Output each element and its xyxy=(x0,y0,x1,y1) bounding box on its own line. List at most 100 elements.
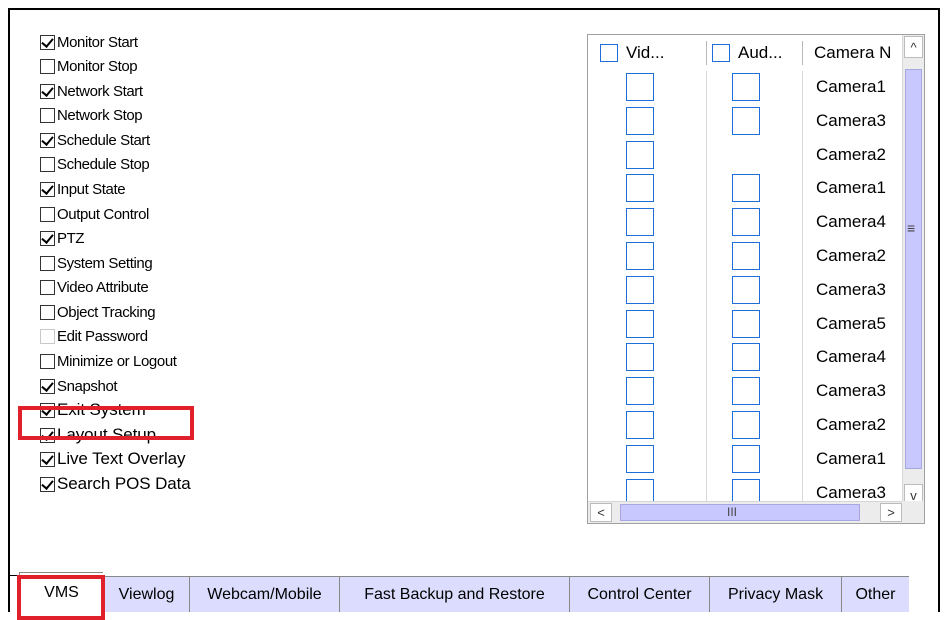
video-permission-checkbox[interactable] xyxy=(626,377,654,406)
checkbox-object-tracking[interactable] xyxy=(40,304,55,320)
audio-permission-checkbox[interactable] xyxy=(732,106,760,135)
video-permission-checkbox[interactable] xyxy=(626,343,654,372)
audio-permission-checkbox[interactable] xyxy=(732,343,760,372)
header-video-checkbox[interactable] xyxy=(600,44,618,62)
checkbox-label: Network Start xyxy=(57,82,143,100)
video-permission-checkbox[interactable] xyxy=(626,242,654,270)
checkbox-label: Schedule Stop xyxy=(57,155,150,173)
tab-viewlog[interactable]: Viewlog xyxy=(103,576,189,612)
video-permission-checkbox[interactable] xyxy=(626,174,654,203)
audio-permission-checkbox[interactable] xyxy=(732,242,760,270)
checkbox-row-monitor-start[interactable]: Monitor Start xyxy=(40,30,138,54)
tab-bar: VMS Viewlog Webcam/Mobile Fast Backup and R… xyxy=(19,572,949,612)
tab-webcam-mobile[interactable]: Webcam/Mobile xyxy=(189,576,339,612)
checkbox-row-network-stop[interactable]: Network Stop xyxy=(40,103,143,127)
checkbox-label: PTZ xyxy=(57,229,85,247)
checkbox-row-live-text-overlay[interactable]: Live Text Overlay xyxy=(40,447,185,471)
video-permission-checkbox[interactable] xyxy=(626,309,654,338)
checkbox-label: System Setting xyxy=(57,254,153,272)
highlight-vms-tab xyxy=(17,575,105,620)
checkbox-row-snapshot[interactable]: Snapshot xyxy=(40,374,118,398)
video-permission-checkbox[interactable] xyxy=(626,275,654,304)
checkbox-row-input-state[interactable]: Input State xyxy=(40,177,126,201)
checkbox-row-monitor-stop[interactable]: Monitor Stop xyxy=(40,54,138,78)
checkbox-network-start[interactable] xyxy=(40,83,55,99)
checkbox-row-ptz[interactable]: PTZ xyxy=(40,226,85,250)
camera-name-cell: Camera1 xyxy=(816,77,886,96)
checkbox-label: Network Stop xyxy=(57,106,143,124)
audio-permission-checkbox[interactable] xyxy=(732,208,760,237)
checkbox-system-setting[interactable] xyxy=(40,255,55,271)
audio-permission-checkbox[interactable] xyxy=(732,309,760,338)
checkbox-label: Live Text Overlay xyxy=(57,449,186,468)
checkbox-row-edit-password[interactable]: Edit Password xyxy=(40,324,148,348)
scroll-left-icon[interactable]: < xyxy=(590,503,612,522)
header-video[interactable]: Vid... xyxy=(600,35,664,71)
scroll-up-icon[interactable]: ^ xyxy=(904,36,923,58)
checkbox-row-object-tracking[interactable]: Object Tracking xyxy=(40,300,156,324)
camera-name-cell: Camera3 xyxy=(816,279,886,299)
checkbox-label: Snapshot xyxy=(57,377,118,395)
checkbox-ptz[interactable] xyxy=(40,230,55,246)
camera-permissions-grid: Vid... Aud... Camera N Camera1 Camera3 Cam… xyxy=(587,34,925,524)
vertical-scroll-thumb[interactable]: ≡ xyxy=(905,69,922,469)
checkbox-label: Video Attribute xyxy=(57,278,149,296)
header-audio-checkbox[interactable] xyxy=(712,44,730,62)
checkbox-monitor-stop[interactable] xyxy=(40,58,55,74)
camera-name-cell: Camera2 xyxy=(816,415,886,434)
video-permission-checkbox[interactable] xyxy=(626,411,654,439)
camera-name-cell: Camera3 xyxy=(816,110,886,130)
header-audio[interactable]: Aud... xyxy=(712,35,782,71)
audio-permission-checkbox[interactable] xyxy=(732,444,760,473)
checkbox-label: Object Tracking xyxy=(57,303,156,321)
checkbox-row-video-attribute[interactable]: Video Attribute xyxy=(40,275,149,299)
checkbox-video-attribute[interactable] xyxy=(40,279,55,295)
checkbox-row-network-start[interactable]: Network Start xyxy=(40,79,143,103)
audio-permission-checkbox[interactable] xyxy=(732,411,760,439)
tab-privacy-mask[interactable]: Privacy Mask xyxy=(709,576,841,612)
scroll-right-icon[interactable]: > xyxy=(880,503,902,522)
checkbox-input-state[interactable] xyxy=(40,181,55,197)
checkbox-output-control[interactable] xyxy=(40,206,55,222)
checkbox-monitor-start[interactable] xyxy=(40,34,55,50)
video-permission-checkbox[interactable] xyxy=(626,208,654,237)
camera-name-cell: Camera3 xyxy=(816,381,886,401)
checkbox-row-search-pos-data[interactable]: Search POS Data xyxy=(40,472,191,496)
tab-other[interactable]: Other xyxy=(841,576,909,612)
horizontal-scroll-thumb[interactable]: III xyxy=(620,504,860,521)
vertical-scrollbar[interactable]: ^ ≡ v xyxy=(902,35,924,507)
camera-name-cell: Camera4 xyxy=(816,212,886,232)
checkbox-schedule-start[interactable] xyxy=(40,132,55,148)
audio-permission-checkbox[interactable] xyxy=(732,174,760,203)
checkbox-schedule-stop[interactable] xyxy=(40,156,55,172)
checkbox-minimize-or-logout[interactable] xyxy=(40,353,55,369)
checkbox-row-schedule-start[interactable]: Schedule Start xyxy=(40,128,150,152)
checkbox-row-output-control[interactable]: Output Control xyxy=(40,202,149,226)
checkbox-label: Input State xyxy=(57,180,126,198)
horizontal-scrollbar[interactable]: < III > xyxy=(588,501,904,523)
audio-permission-checkbox[interactable] xyxy=(732,275,760,304)
checkbox-label: Edit Password xyxy=(57,327,148,345)
checkbox-label: Monitor Start xyxy=(57,33,138,51)
checkbox-label: Minimize or Logout xyxy=(57,352,177,370)
camera-name-cell: Camera2 xyxy=(816,144,886,164)
horizontal-grip-icon: III xyxy=(727,505,738,519)
vertical-grip-icon: ≡ xyxy=(907,220,916,236)
checkbox-row-schedule-stop[interactable]: Schedule Stop xyxy=(40,152,150,176)
checkbox-row-minimize-or-logout[interactable]: Minimize or Logout xyxy=(40,349,177,373)
tab-fast-backup-and-restore[interactable]: Fast Backup and Restore xyxy=(339,576,569,612)
header-camera-name[interactable]: Camera N xyxy=(814,35,891,71)
checkbox-network-stop[interactable] xyxy=(40,107,55,123)
video-permission-checkbox[interactable] xyxy=(626,73,654,101)
video-permission-checkbox[interactable] xyxy=(626,140,654,169)
audio-permission-checkbox[interactable] xyxy=(732,73,760,101)
video-permission-checkbox[interactable] xyxy=(626,444,654,473)
checkbox-search-pos-data[interactable] xyxy=(40,476,55,492)
checkbox-live-text-overlay[interactable] xyxy=(40,451,55,467)
checkbox-row-system-setting[interactable]: System Setting xyxy=(40,251,153,275)
audio-permission-checkbox[interactable] xyxy=(732,377,760,406)
checkbox-snapshot[interactable] xyxy=(40,378,55,394)
camera-name-cell: Camera5 xyxy=(816,313,886,333)
video-permission-checkbox[interactable] xyxy=(626,106,654,135)
tab-control-center[interactable]: Control Center xyxy=(569,576,709,612)
